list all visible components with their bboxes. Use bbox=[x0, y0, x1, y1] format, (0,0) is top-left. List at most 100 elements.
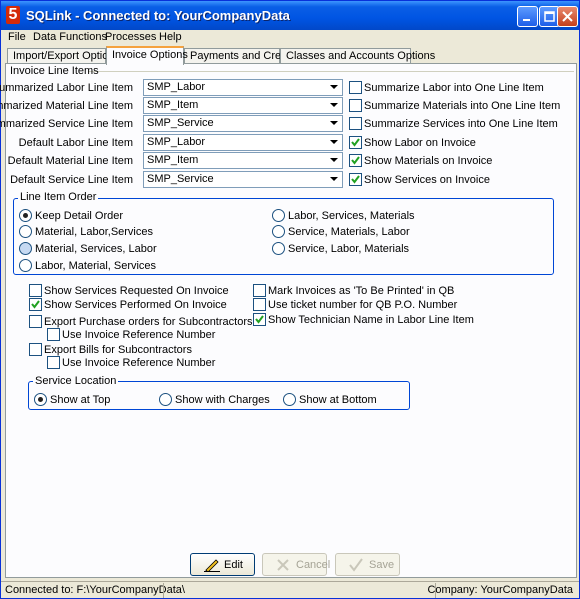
status-bar: Connected to: F:\YourCompanyData\ Compan… bbox=[1, 581, 579, 598]
minimize-icon bbox=[523, 19, 530, 21]
cancel-button-label: Cancel bbox=[296, 559, 331, 571]
dropdown-arrow-icon[interactable] bbox=[327, 98, 342, 113]
summarize-services-checkbox[interactable] bbox=[349, 117, 362, 130]
menu-processes[interactable]: Processes bbox=[105, 31, 156, 43]
summarize-materials-checkbox[interactable] bbox=[349, 99, 362, 112]
radio-show-at-top[interactable] bbox=[34, 393, 47, 406]
summarized-service-select[interactable]: SMP_Service bbox=[143, 115, 343, 132]
radio-material-services-labor[interactable] bbox=[19, 242, 32, 255]
group-separator bbox=[88, 71, 574, 72]
radio-material-labor-services[interactable] bbox=[19, 225, 32, 238]
ticket-number-po-checkbox[interactable] bbox=[253, 298, 266, 311]
checkmark-icon bbox=[255, 315, 264, 324]
line-item-order-title: Line Item Order bbox=[18, 191, 99, 203]
radio-labor-material-services[interactable] bbox=[19, 259, 32, 272]
export-bills-label: Export Bills for Subcontractors bbox=[44, 344, 192, 356]
show-services-requested-checkbox[interactable] bbox=[29, 284, 42, 297]
summarized-service-label: Summarized Service Line Item bbox=[0, 118, 133, 130]
export-purchase-orders-label: Export Purchase orders for Subcontractor… bbox=[44, 316, 253, 328]
show-labor-checkbox[interactable] bbox=[349, 136, 362, 149]
cancel-button[interactable]: Cancel bbox=[262, 553, 331, 576]
show-technician-name-label: Show Technician Name in Labor Line Item bbox=[268, 314, 474, 326]
show-services-label: Show Services on Invoice bbox=[364, 174, 490, 186]
radio-service-materials-labor[interactable] bbox=[272, 225, 285, 238]
po-use-invoice-ref-label: Use Invoice Reference Number bbox=[62, 329, 216, 341]
dropdown-arrow-icon[interactable] bbox=[327, 135, 342, 150]
default-service-select[interactable]: SMP_Service bbox=[143, 171, 343, 188]
labor-material-services-label: Labor, Material, Services bbox=[35, 260, 157, 272]
show-materials-label: Show Materials on Invoice bbox=[364, 155, 493, 167]
menu-help[interactable]: Help bbox=[159, 31, 182, 43]
window-title: SQLink - Connected to: YourCompanyData bbox=[26, 8, 290, 23]
bills-use-invoice-ref-checkbox[interactable] bbox=[47, 356, 60, 369]
radio-dot bbox=[23, 213, 28, 218]
service-labor-materials-label: Service, Labor, Materials bbox=[288, 243, 410, 255]
minimize-button[interactable] bbox=[517, 6, 538, 27]
radio-service-labor-materials[interactable] bbox=[272, 242, 285, 255]
show-services-checkbox[interactable] bbox=[349, 173, 362, 186]
summarized-material-label: Summarized Material Line Item bbox=[0, 100, 133, 112]
export-purchase-orders-checkbox[interactable] bbox=[29, 315, 42, 328]
summarize-services-label: Summarize Services into One Line Item bbox=[364, 118, 558, 130]
show-at-top-label: Show at Top bbox=[50, 394, 111, 406]
checkmark-icon bbox=[351, 138, 360, 147]
radio-show-with-charges[interactable] bbox=[159, 393, 172, 406]
checkmark-icon bbox=[349, 558, 363, 575]
tab-invoice-options[interactable]: Invoice Options bbox=[106, 46, 188, 65]
select-value: SMP_Labor bbox=[147, 81, 206, 93]
tab-payments-and-credits[interactable]: Payments and Credits bbox=[184, 48, 298, 64]
status-company: Company: YourCompanyData bbox=[427, 584, 573, 596]
menu-bar: File Data Functions Processes Help bbox=[1, 30, 579, 44]
service-materials-labor-label: Service, Materials, Labor bbox=[288, 226, 410, 238]
pencil-icon bbox=[204, 558, 220, 575]
show-services-performed-checkbox[interactable] bbox=[29, 298, 42, 311]
radio-labor-services-materials[interactable] bbox=[272, 209, 285, 222]
po-use-invoice-ref-checkbox[interactable] bbox=[47, 328, 60, 341]
show-with-charges-label: Show with Charges bbox=[175, 394, 270, 406]
show-labor-label: Show Labor on Invoice bbox=[364, 137, 476, 149]
default-labor-label: Default Labor Line Item bbox=[18, 137, 133, 149]
tab-import-export-options[interactable]: Import/Export Options bbox=[7, 48, 120, 64]
save-button-label: Save bbox=[369, 559, 395, 571]
title-bar[interactable]: 5 SQLink - Connected to: YourCompanyData bbox=[1, 1, 579, 30]
ticket-number-po-label: Use ticket number for QB P.O. Number bbox=[268, 299, 458, 311]
mark-to-be-printed-label: Mark Invoices as 'To Be Printed' in QB bbox=[268, 285, 455, 297]
labor-services-materials-label: Labor, Services, Materials bbox=[288, 210, 415, 222]
maximize-icon bbox=[544, 11, 555, 22]
status-divider bbox=[163, 583, 164, 598]
app-logo-icon: 5 bbox=[6, 6, 20, 24]
dropdown-arrow-icon[interactable] bbox=[327, 172, 342, 187]
checkmark-icon bbox=[31, 300, 40, 309]
summarize-materials-label: Summarize Materials into One Line Item bbox=[364, 100, 561, 112]
tab-classes-and-accounts-options[interactable]: Classes and Accounts Options bbox=[280, 48, 435, 64]
dropdown-arrow-icon[interactable] bbox=[327, 153, 342, 168]
menu-file[interactable]: File bbox=[8, 31, 26, 43]
show-materials-checkbox[interactable] bbox=[349, 154, 362, 167]
close-button[interactable] bbox=[557, 6, 578, 27]
summarized-labor-label: Summarized Labor Line Item bbox=[0, 82, 133, 94]
summarized-labor-select[interactable]: SMP_Labor bbox=[143, 79, 343, 96]
menu-data-functions[interactable]: Data Functions bbox=[33, 31, 107, 43]
cancel-x-icon bbox=[276, 558, 290, 575]
close-icon bbox=[562, 11, 573, 22]
edit-button-label: Edit bbox=[224, 559, 243, 571]
summarize-labor-checkbox[interactable] bbox=[349, 81, 362, 94]
default-material-select[interactable]: SMP_Item bbox=[143, 152, 343, 169]
save-button[interactable]: Save bbox=[335, 553, 400, 576]
export-bills-checkbox[interactable] bbox=[29, 343, 42, 356]
select-value: SMP_Labor bbox=[147, 136, 206, 148]
checkmark-icon bbox=[351, 175, 360, 184]
mark-to-be-printed-checkbox[interactable] bbox=[253, 284, 266, 297]
main-window: 5 SQLink - Connected to: YourCompanyData… bbox=[0, 0, 580, 599]
radio-show-at-bottom[interactable] bbox=[283, 393, 296, 406]
show-technician-name-checkbox[interactable] bbox=[253, 313, 266, 326]
invoice-line-items-title: Invoice Line Items bbox=[10, 65, 99, 77]
default-material-label: Default Material Line Item bbox=[7, 155, 133, 167]
default-labor-select[interactable]: SMP_Labor bbox=[143, 134, 343, 151]
select-value: SMP_Item bbox=[147, 99, 199, 111]
dropdown-arrow-icon[interactable] bbox=[327, 116, 342, 131]
edit-button[interactable]: Edit bbox=[190, 553, 255, 576]
radio-keep-detail-order[interactable] bbox=[19, 209, 32, 222]
dropdown-arrow-icon[interactable] bbox=[327, 80, 342, 95]
summarized-material-select[interactable]: SMP_Item bbox=[143, 97, 343, 114]
